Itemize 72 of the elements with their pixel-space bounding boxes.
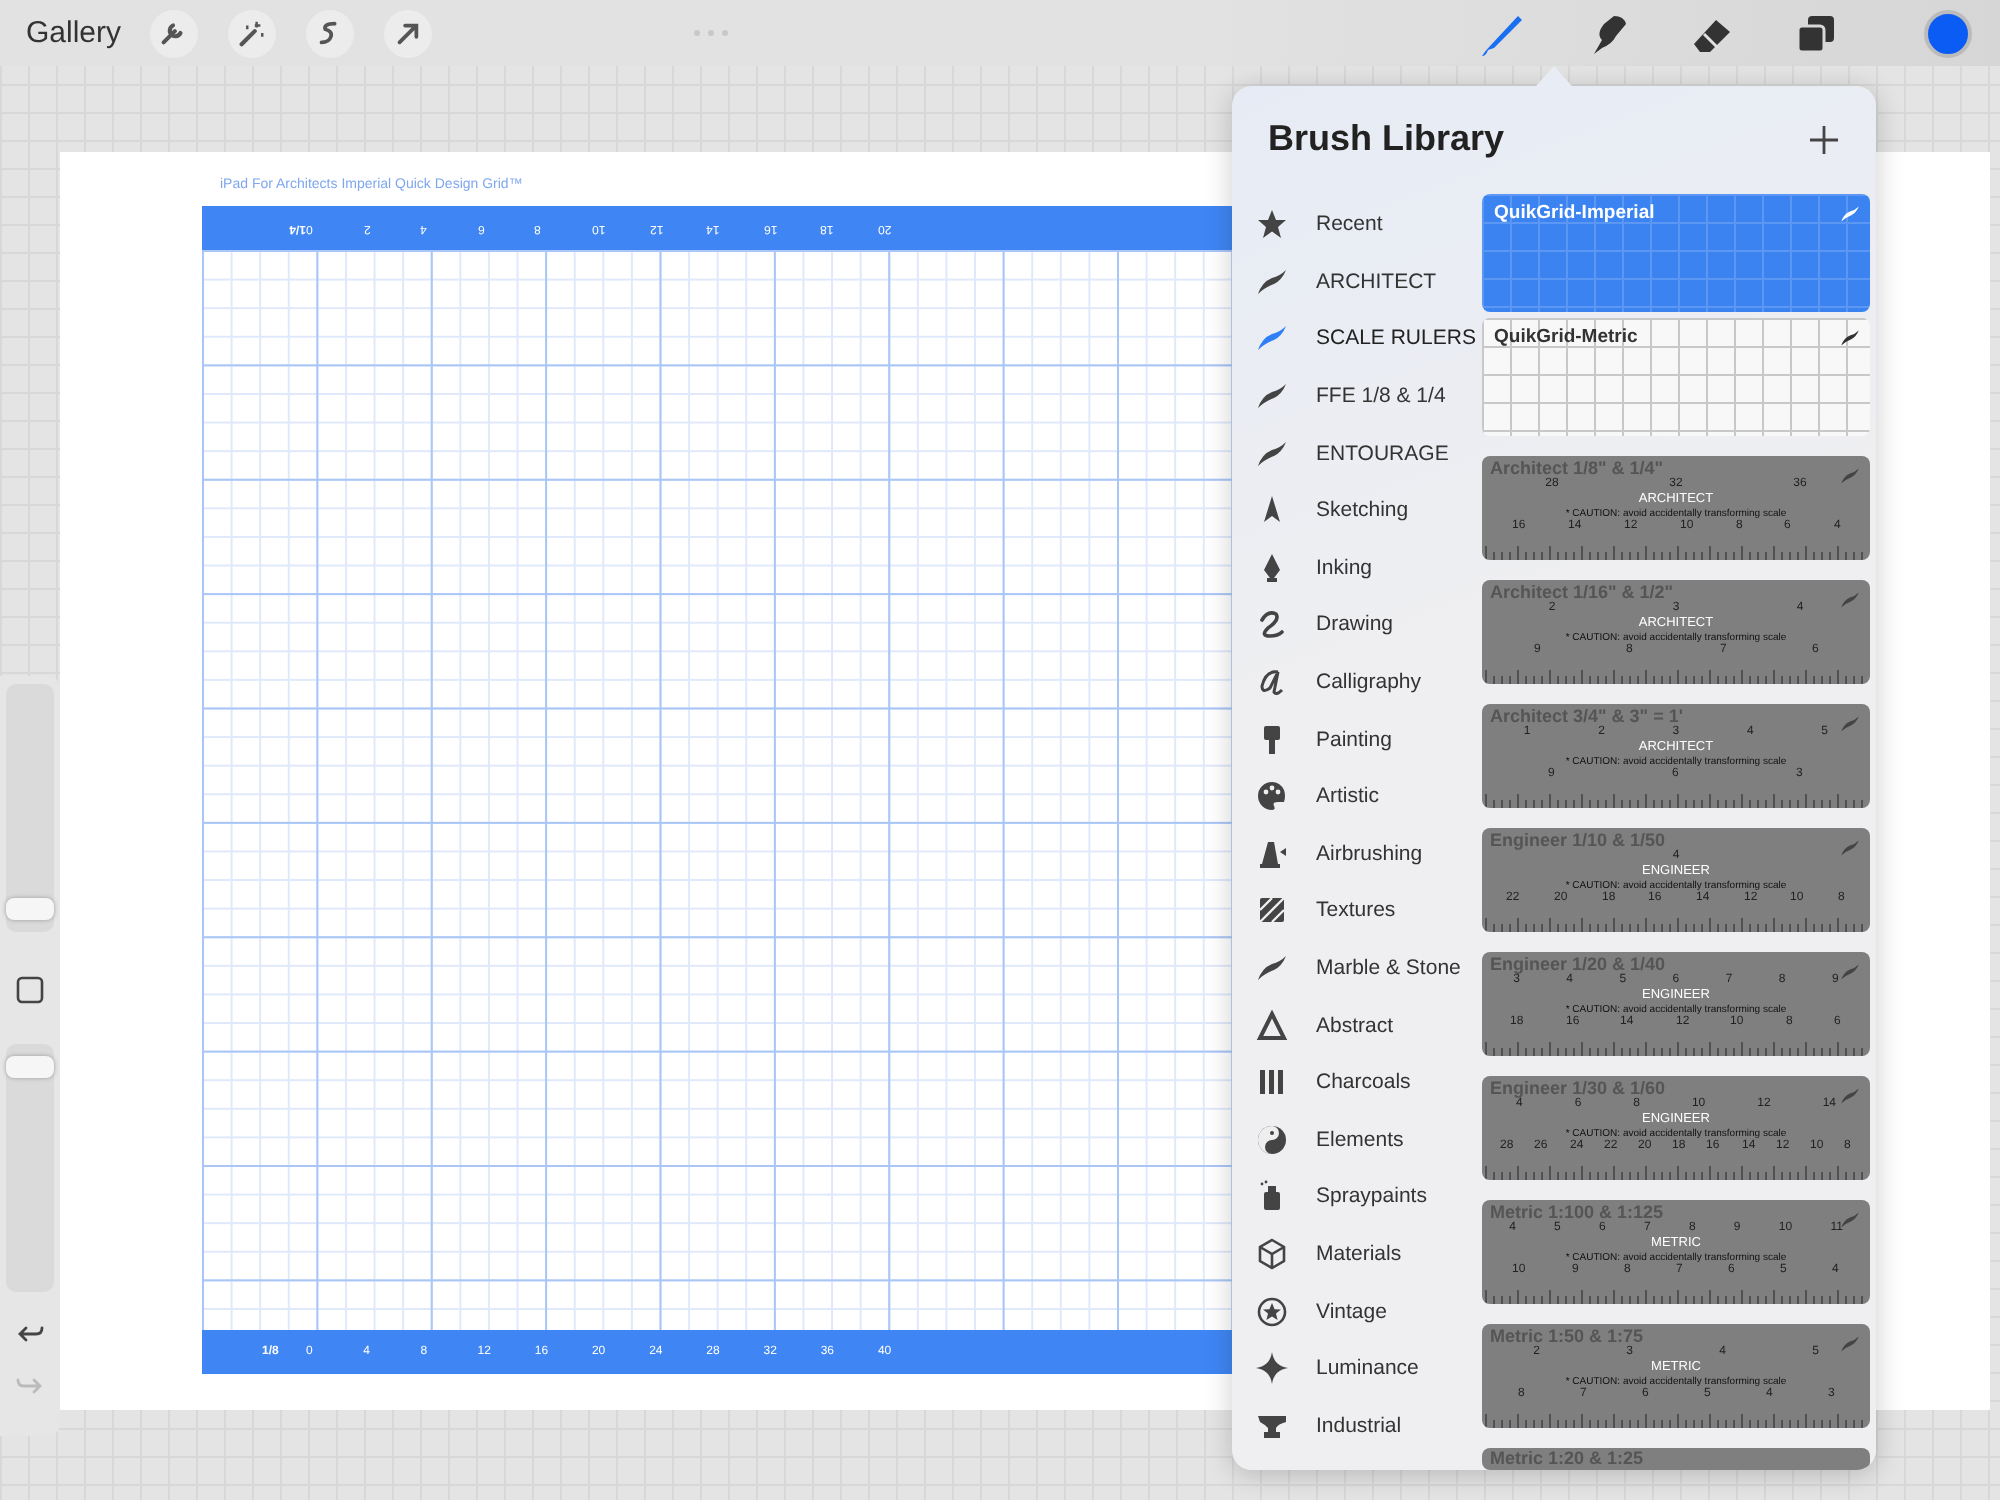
category-item[interactable]: Spraypaints [1232, 1168, 1482, 1226]
category-item[interactable]: Recent [1232, 196, 1482, 254]
category-item[interactable]: Painting [1232, 710, 1482, 768]
popover-arrow [1536, 66, 1572, 86]
hatched-square-icon [1256, 894, 1288, 927]
category-item[interactable]: Drawing [1232, 596, 1482, 654]
stroke-icon [1840, 1086, 1860, 1106]
tool-button[interactable] [305, 9, 354, 57]
calligraphy-icon [1256, 666, 1288, 699]
stroke-icon [1840, 590, 1860, 610]
category-item[interactable]: Abstract [1232, 996, 1482, 1054]
stroke-icon [1256, 265, 1288, 298]
brush-thumbnail[interactable]: QuikGrid-Imperial [1482, 194, 1870, 312]
cube-icon [1256, 1237, 1288, 1270]
stroke-icon [1840, 1334, 1860, 1354]
stroke-icon [1840, 204, 1860, 224]
bars-icon [1256, 1066, 1288, 1099]
slider-thumb[interactable] [6, 898, 54, 921]
color-swatch[interactable] [1924, 9, 1972, 57]
tool-button[interactable] [383, 9, 432, 57]
square-icon [16, 976, 44, 1004]
star-circle-icon [1256, 1295, 1288, 1328]
wrench-icon [158, 18, 189, 48]
category-item[interactable]: Artistic [1232, 767, 1482, 826]
category-item[interactable]: Industrial [1232, 1396, 1482, 1455]
stroke-icon [1840, 328, 1860, 348]
slider-track[interactable] [6, 684, 54, 932]
add-button[interactable] [1808, 123, 1840, 155]
tool-button[interactable] [227, 9, 276, 57]
brush-name: QuikGrid-Metric [1494, 326, 1638, 348]
category-item[interactable]: Calligraphy [1232, 653, 1482, 711]
category-item[interactable]: Marble & Stone [1232, 939, 1482, 997]
plus-icon [1808, 123, 1840, 155]
yin-yang-icon [1256, 1123, 1288, 1156]
stroke-icon [1256, 952, 1288, 985]
arrow-icon [392, 18, 423, 48]
category-item[interactable]: Airbrushing [1232, 825, 1482, 883]
category-item[interactable]: Inking [1232, 539, 1482, 597]
stroke-icon [1840, 962, 1860, 982]
star-icon [1256, 208, 1288, 241]
stroke-icon [1256, 437, 1288, 470]
squiggle-icon [1256, 608, 1288, 641]
sparkle-icon [1256, 1352, 1288, 1385]
category-item[interactable]: SCALE RULERS [1232, 310, 1482, 368]
brush-name: QuikGrid-Imperial [1494, 202, 1655, 224]
triangle-icon [1256, 1009, 1288, 1042]
slider-thumb[interactable] [6, 1055, 54, 1078]
magic-wand-icon [236, 18, 267, 48]
stroke-icon [1256, 380, 1288, 413]
modify-button[interactable] [16, 976, 44, 1004]
stroke-icon [1840, 838, 1860, 858]
category-item[interactable]: Vintage [1232, 1282, 1482, 1340]
stroke-icon [1840, 466, 1860, 486]
gallery-button[interactable]: Gallery [26, 16, 122, 50]
brush-thumbnail[interactable]: QuikGrid-Metric [1482, 318, 1870, 436]
category-item[interactable]: Textures [1232, 882, 1482, 940]
airbrush-icon [1256, 837, 1288, 870]
category-item[interactable]: FFE 1/8 & 1/4 [1232, 367, 1482, 425]
library-title: Brush Library [1268, 118, 1505, 160]
category-item[interactable]: Materials [1232, 1225, 1482, 1283]
category-item[interactable]: Charcoals [1232, 1053, 1482, 1111]
palette-icon [1256, 780, 1288, 813]
stroke-icon [1256, 322, 1288, 355]
category-item[interactable]: Elements [1232, 1111, 1482, 1169]
stroke-icon [1840, 714, 1860, 734]
slider-track[interactable] [6, 1044, 54, 1292]
stroke-icon [1840, 1210, 1860, 1230]
tool-button[interactable] [149, 9, 198, 57]
category-item[interactable]: Luminance [1232, 1339, 1482, 1397]
category-item[interactable]: Sketching [1232, 481, 1482, 540]
category-item[interactable]: ENTOURAGE [1232, 424, 1482, 482]
category-item[interactable]: ARCHITECT [1232, 253, 1482, 311]
